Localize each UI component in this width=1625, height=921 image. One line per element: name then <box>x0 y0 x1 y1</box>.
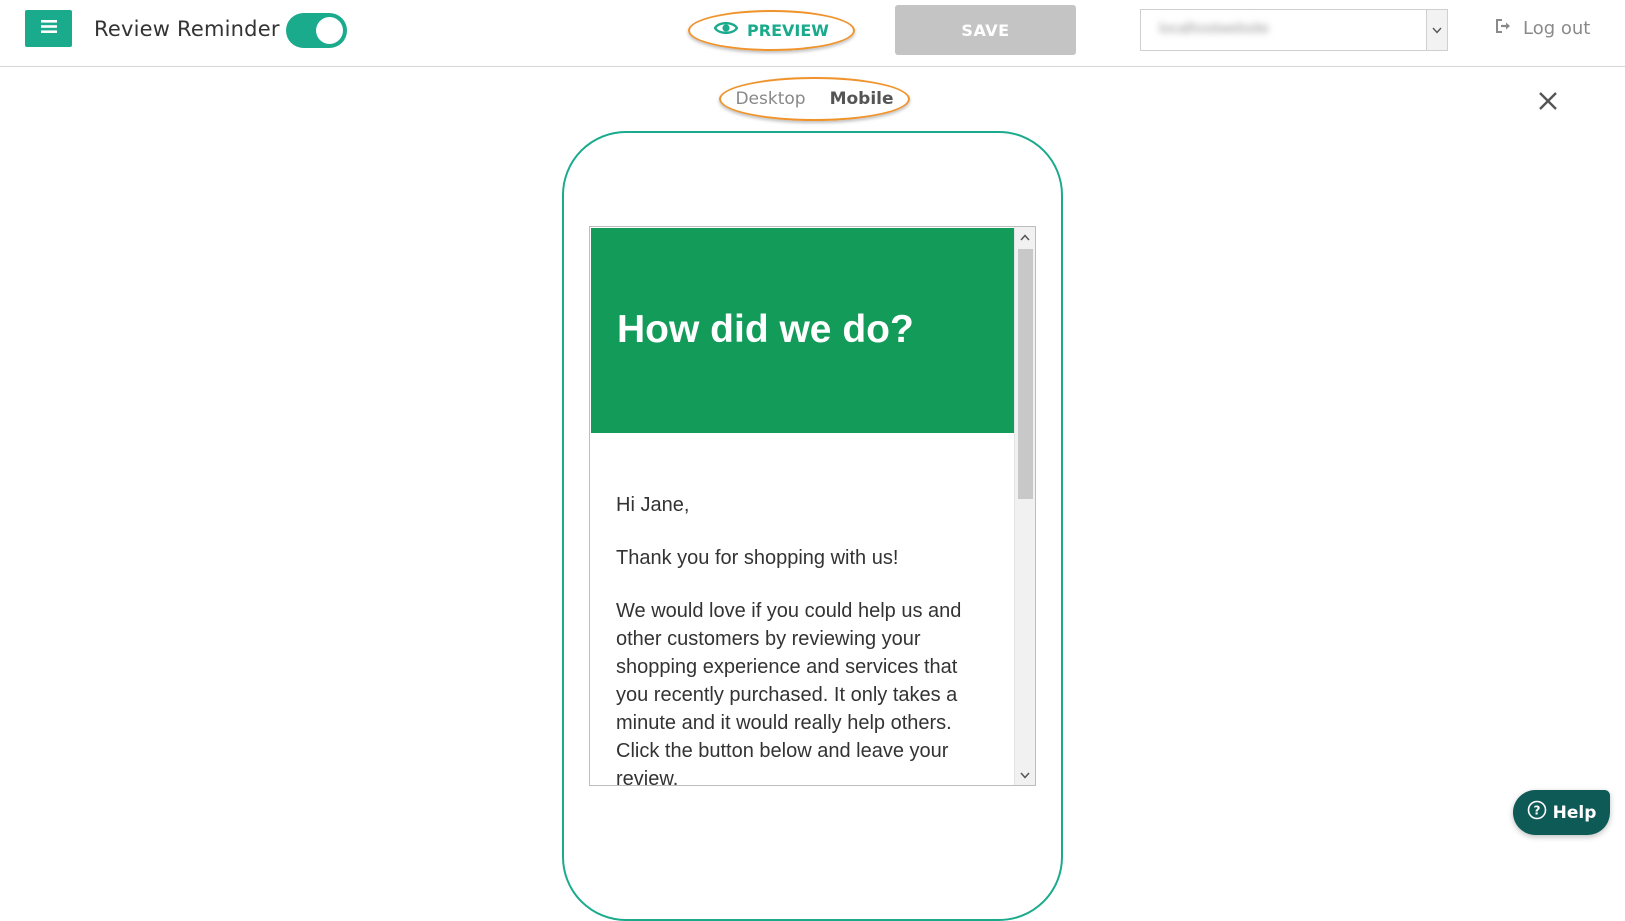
email-thanks: Thank you for shopping with us! <box>616 547 899 569</box>
help-button[interactable]: ? Help <box>1513 790 1610 835</box>
scroll-up-icon[interactable] <box>1015 227 1035 247</box>
hamburger-menu-button[interactable] <box>25 10 72 47</box>
email-header-banner: How did we do? <box>591 228 1014 433</box>
question-circle-icon: ? <box>1527 800 1547 825</box>
preview-button[interactable]: PREVIEW <box>688 10 855 51</box>
site-select[interactable]: localhostwebsite <box>1140 9 1448 51</box>
view-switcher: Desktop Mobile <box>719 77 910 121</box>
scrollbar-thumb[interactable] <box>1018 249 1033 499</box>
svg-text:?: ? <box>1533 804 1540 818</box>
site-select-value: localhostwebsite <box>1159 20 1270 37</box>
page-title: Review Reminder <box>94 17 280 41</box>
logout-label: Log out <box>1523 18 1591 39</box>
email-preview-frame: How did we do? Hi Jane, Thank you for sh… <box>589 226 1036 786</box>
scroll-down-icon[interactable] <box>1015 765 1035 785</box>
email-greeting: Hi Jane, <box>616 494 690 516</box>
eye-icon <box>713 20 739 41</box>
top-bar: Review Reminder PREVIEW SAVE localhostwe… <box>0 0 1625 67</box>
help-label: Help <box>1552 802 1597 823</box>
tab-desktop[interactable]: Desktop <box>735 89 805 109</box>
preview-label: PREVIEW <box>747 21 829 40</box>
email-message: We would love if you could help us and o… <box>616 600 962 786</box>
enable-toggle[interactable] <box>286 13 347 48</box>
chevron-down-icon <box>1426 10 1447 50</box>
close-icon[interactable] <box>1536 89 1560 113</box>
tab-mobile[interactable]: Mobile <box>830 89 894 109</box>
hamburger-menu-icon <box>40 19 57 38</box>
email-scrollbar[interactable] <box>1014 227 1035 785</box>
save-button[interactable]: SAVE <box>895 5 1076 55</box>
sign-out-icon <box>1495 18 1513 39</box>
email-heading: How did we do? <box>617 308 914 351</box>
logout-link[interactable]: Log out <box>1495 18 1590 39</box>
toggle-knob <box>316 17 343 44</box>
email-body: Hi Jane, Thank you for shopping with us!… <box>616 491 976 786</box>
